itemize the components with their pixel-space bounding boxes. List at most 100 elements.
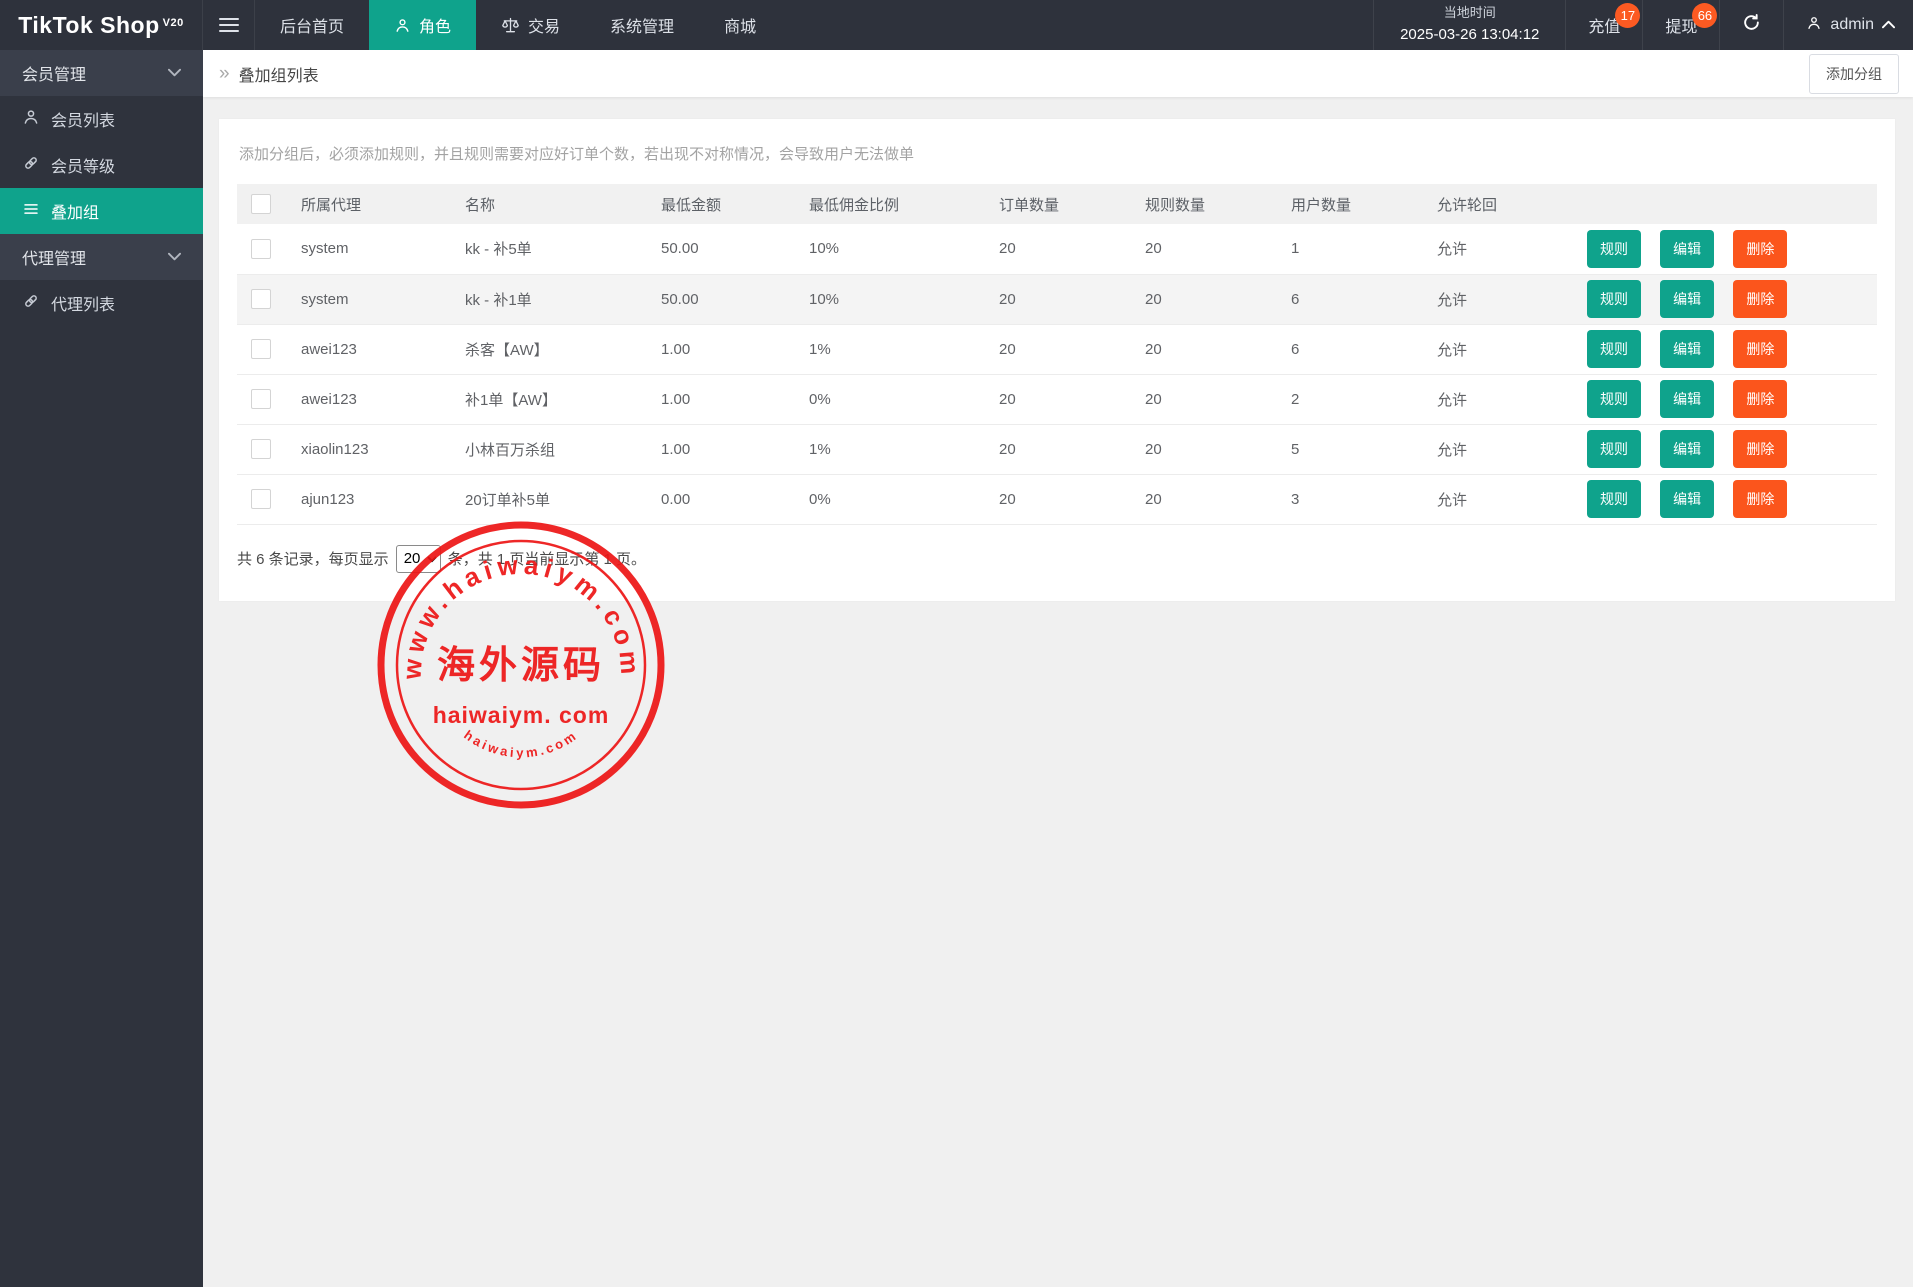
cell-rules: 20 — [1137, 224, 1283, 274]
edit-button[interactable]: 编辑 — [1660, 230, 1714, 268]
user-menu[interactable]: admin — [1783, 0, 1913, 50]
row-checkbox[interactable] — [251, 489, 271, 509]
sidebar: 会员管理 会员列表 会员等级 叠加组 代理管理 代理列表 — [0, 50, 203, 1287]
column-header-agent: 所属代理 — [293, 184, 457, 224]
nav-item-roles[interactable]: 角色 — [369, 0, 476, 50]
cell-min-amount: 50.00 — [653, 274, 801, 324]
chevron-up-icon — [1882, 16, 1895, 34]
select-all-checkbox[interactable] — [251, 194, 271, 214]
edit-button[interactable]: 编辑 — [1660, 380, 1714, 418]
cell-min-amount: 1.00 — [653, 324, 801, 374]
cell-users: 5 — [1283, 424, 1429, 474]
nav-item-transactions[interactable]: 交易 — [476, 0, 585, 50]
delete-button[interactable]: 删除 — [1733, 480, 1787, 518]
refresh-button[interactable] — [1719, 0, 1783, 50]
sidebar-item-stack-group[interactable]: 叠加组 — [0, 188, 203, 234]
table-row: xiaolin123 小林百万杀组 1.00 1% 20 20 5 允许 规则 … — [237, 424, 1877, 474]
cell-name: kk - 补1单 — [457, 274, 653, 324]
cell-allow-loop: 允许 — [1429, 474, 1579, 524]
hint-text: 添加分组后，必须添加规则，并且规则需要对应好订单个数，若出现不对称情况，会导致用… — [239, 143, 1877, 164]
cell-min-amount: 1.00 — [653, 374, 801, 424]
delete-button[interactable]: 删除 — [1733, 330, 1787, 368]
pagination-prefix: 共 6 条记录，每页显示 — [237, 548, 389, 569]
link-icon — [22, 154, 40, 177]
app-logo[interactable]: TikTok Shop V20 — [0, 0, 203, 50]
user-icon — [394, 17, 411, 34]
cell-agent: xiaolin123 — [293, 424, 457, 474]
sidebar-group-agent-management[interactable]: 代理管理 — [0, 234, 203, 280]
edit-button[interactable]: 编辑 — [1660, 480, 1714, 518]
delete-button[interactable]: 删除 — [1733, 430, 1787, 468]
row-checkbox[interactable] — [251, 439, 271, 459]
cell-allow-loop: 允许 — [1429, 424, 1579, 474]
link-icon — [22, 292, 40, 315]
sidebar-item-member-level[interactable]: 会员等级 — [0, 142, 203, 188]
nav-item-system[interactable]: 系统管理 — [585, 0, 699, 50]
breadcrumb-arrows-icon: » — [219, 63, 230, 85]
row-checkbox[interactable] — [251, 239, 271, 259]
local-time-value: 2025-03-26 13:04:12 — [1400, 23, 1539, 46]
app-logo-text: TikTok Shop — [18, 12, 159, 39]
sidebar-group-member-management[interactable]: 会员管理 — [0, 50, 203, 96]
chevron-down-icon — [168, 64, 181, 82]
rules-button[interactable]: 规则 — [1587, 230, 1641, 268]
table-row: awei123 杀客【AW】 1.00 1% 20 20 6 允许 规则 编辑 … — [237, 324, 1877, 374]
cell-min-commission: 1% — [801, 324, 991, 374]
sidebar-item-member-list[interactable]: 会员列表 — [0, 96, 203, 142]
withdraw-button[interactable]: 提现 66 — [1642, 0, 1719, 50]
cell-agent: ajun123 — [293, 474, 457, 524]
table-row: system kk - 补1单 50.00 10% 20 20 6 允许 规则 … — [237, 274, 1877, 324]
cell-allow-loop: 允许 — [1429, 324, 1579, 374]
sidebar-item-agent-list[interactable]: 代理列表 — [0, 280, 203, 326]
breadcrumb-bar: » 叠加组列表 添加分组 — [203, 50, 1913, 97]
delete-button[interactable]: 删除 — [1733, 230, 1787, 268]
cell-min-commission: 0% — [801, 374, 991, 424]
row-checkbox[interactable] — [251, 389, 271, 409]
rules-button[interactable]: 规则 — [1587, 480, 1641, 518]
row-checkbox[interactable] — [251, 289, 271, 309]
rules-button[interactable]: 规则 — [1587, 430, 1641, 468]
delete-button[interactable]: 删除 — [1733, 380, 1787, 418]
nav-item-mall[interactable]: 商城 — [699, 0, 781, 50]
column-header-min-commission: 最低佣金比例 — [801, 184, 991, 224]
app-logo-version: V20 — [163, 17, 184, 29]
cell-orders: 20 — [991, 424, 1137, 474]
cell-orders: 20 — [991, 324, 1137, 374]
cell-min-amount: 0.00 — [653, 474, 801, 524]
cell-users: 3 — [1283, 474, 1429, 524]
top-nav: 后台首页 角色 交易 系统管理 商城 — [255, 0, 781, 50]
table-row: system kk - 补5单 50.00 10% 20 20 1 允许 规则 … — [237, 224, 1877, 274]
cell-allow-loop: 允许 — [1429, 224, 1579, 274]
list-icon — [22, 200, 40, 223]
column-header-allow-loop: 允许轮回 — [1429, 184, 1579, 224]
nav-item-dashboard[interactable]: 后台首页 — [255, 0, 369, 50]
edit-button[interactable]: 编辑 — [1660, 430, 1714, 468]
cell-name: 20订单补5单 — [457, 474, 653, 524]
edit-button[interactable]: 编辑 — [1660, 280, 1714, 318]
rules-button[interactable]: 规则 — [1587, 330, 1641, 368]
topbar: TikTok ShopV20 后台首页 角色 交易 系统管理 商城 当地时间 — [0, 0, 1913, 50]
rules-button[interactable]: 规则 — [1587, 280, 1641, 318]
table-row: ajun123 20订单补5单 0.00 0% 20 20 3 允许 规则 编辑… — [237, 474, 1877, 524]
cell-name: kk - 补5单 — [457, 224, 653, 274]
cell-agent: system — [293, 224, 457, 274]
scales-icon — [501, 17, 520, 34]
cell-rules: 20 — [1137, 474, 1283, 524]
cell-agent: system — [293, 274, 457, 324]
cell-rules: 20 — [1137, 374, 1283, 424]
column-header-name: 名称 — [457, 184, 653, 224]
cell-min-amount: 1.00 — [653, 424, 801, 474]
delete-button[interactable]: 删除 — [1733, 280, 1787, 318]
edit-button[interactable]: 编辑 — [1660, 330, 1714, 368]
table-row: awei123 补1单【AW】 1.00 0% 20 20 2 允许 规则 编辑… — [237, 374, 1877, 424]
page-size-select[interactable]: 20 — [396, 545, 441, 573]
list-card: 添加分组后，必须添加规则，并且规则需要对应好订单个数，若出现不对称情况，会导致用… — [219, 119, 1895, 601]
add-group-button[interactable]: 添加分组 — [1809, 54, 1899, 94]
sidebar-toggle-icon[interactable] — [203, 0, 255, 50]
cell-agent: awei123 — [293, 324, 457, 374]
rules-button[interactable]: 规则 — [1587, 380, 1641, 418]
recharge-button[interactable]: 充值 17 — [1565, 0, 1642, 50]
cell-name: 杀客【AW】 — [457, 324, 653, 374]
row-checkbox[interactable] — [251, 339, 271, 359]
column-header-rules: 规则数量 — [1137, 184, 1283, 224]
